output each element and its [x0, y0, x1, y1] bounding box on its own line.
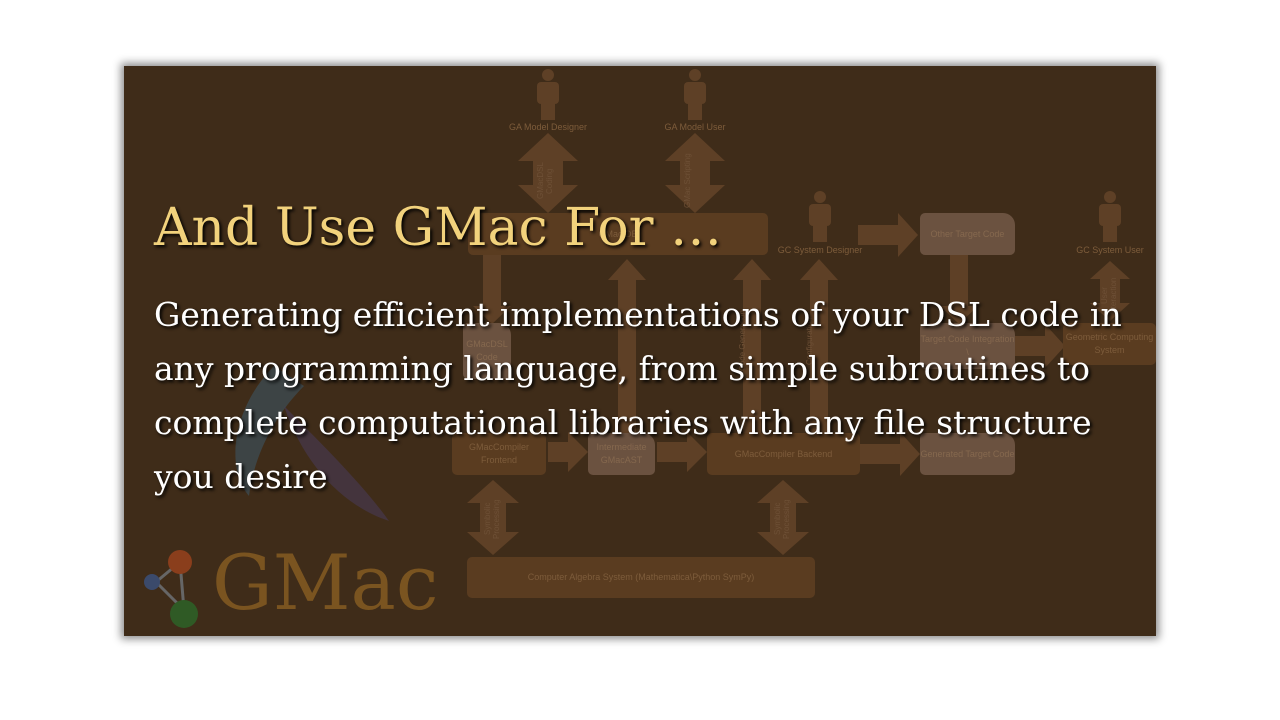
gc-system-designer-label: GC System Designer	[777, 245, 863, 255]
slide: GA Model Designer GA Model User GMacDSL …	[124, 66, 1156, 636]
other-target-code-box: Other Target Code	[920, 213, 1015, 255]
slide-title: And Use GMac For …	[154, 198, 723, 258]
gmac-logo: GMac	[140, 538, 440, 632]
gc-system-user-label: GC System User	[1076, 245, 1144, 255]
ga-model-user-label: GA Model User	[664, 122, 726, 132]
slide-body-text: Generating efficient implementations of …	[154, 295, 1122, 496]
computer-algebra-system-box: Computer Algebra System (Mathematica\Pyt…	[467, 557, 815, 598]
ga-model-designer-label: GA Model Designer	[508, 122, 588, 132]
logo-text: GMac	[212, 538, 439, 627]
molecule-icon	[144, 550, 198, 628]
